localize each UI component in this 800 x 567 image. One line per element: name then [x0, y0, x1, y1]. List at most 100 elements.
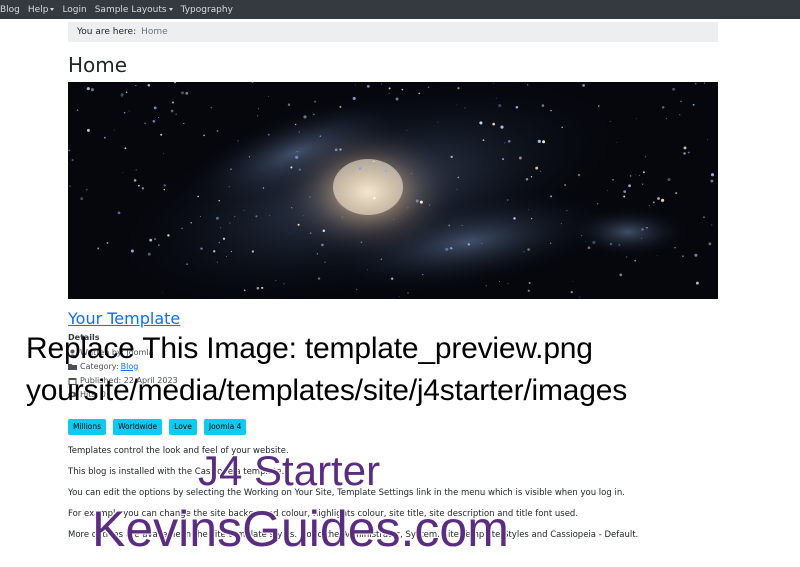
star [386, 203, 388, 205]
star [319, 135, 322, 137]
nav-item-typography[interactable]: Typography [181, 5, 233, 15]
star [366, 84, 370, 88]
star [138, 184, 140, 187]
tag-joomla-4[interactable]: Joomla 4 [203, 419, 247, 435]
nav-item-sample-layouts[interactable]: Sample Layouts [95, 5, 173, 15]
star [261, 286, 264, 289]
star [80, 197, 84, 200]
nav-item-blog[interactable]: Blog [0, 5, 20, 15]
star [288, 232, 290, 234]
star [215, 216, 219, 220]
star [448, 224, 451, 227]
star [445, 247, 449, 251]
star [540, 170, 542, 172]
star [149, 238, 153, 242]
star [507, 139, 511, 143]
star [523, 251, 525, 253]
star [162, 292, 164, 294]
star [570, 291, 573, 294]
star [121, 96, 123, 98]
star [418, 92, 421, 95]
star [641, 238, 642, 239]
star [592, 241, 596, 244]
star [457, 87, 460, 90]
star [694, 82, 697, 85]
star [527, 84, 529, 86]
star [498, 104, 502, 108]
star [171, 101, 175, 104]
star [222, 237, 226, 240]
star [124, 147, 127, 150]
star [525, 177, 529, 181]
star [218, 241, 220, 244]
star [502, 158, 505, 161]
article-title-link[interactable]: Your Template [68, 309, 180, 328]
star [243, 289, 246, 292]
star [257, 115, 259, 117]
hero-image [68, 82, 718, 299]
star [248, 156, 250, 158]
star [710, 173, 715, 177]
star [708, 242, 712, 246]
star [309, 232, 312, 234]
star [210, 107, 212, 109]
star [527, 289, 530, 292]
star [324, 261, 326, 263]
star [183, 122, 185, 125]
star [629, 175, 632, 177]
star [541, 104, 545, 107]
tag-worldwide[interactable]: Worldwide [113, 419, 163, 435]
star [199, 216, 201, 218]
star [296, 151, 298, 153]
star [356, 288, 358, 290]
star [388, 87, 391, 90]
star [499, 280, 501, 282]
star [68, 149, 70, 152]
star [410, 173, 412, 174]
tag-millions[interactable]: Millions [68, 419, 107, 435]
star [694, 253, 698, 257]
star [85, 188, 88, 191]
star [419, 200, 423, 204]
nav-item-help[interactable]: Help [28, 5, 55, 15]
star [163, 184, 166, 187]
star [527, 209, 529, 211]
star [355, 84, 356, 86]
tag-love[interactable]: Love [169, 419, 197, 435]
star [464, 107, 466, 109]
star [334, 148, 338, 152]
star [406, 130, 408, 131]
star [298, 131, 300, 133]
star [393, 218, 395, 220]
star [135, 84, 137, 87]
star [294, 123, 297, 126]
star [160, 133, 163, 136]
star [707, 139, 708, 140]
star [339, 148, 342, 151]
star [688, 151, 690, 154]
star [97, 247, 100, 250]
star [675, 192, 678, 195]
star [507, 199, 509, 201]
star [366, 269, 368, 271]
star [646, 227, 648, 229]
star [216, 261, 218, 263]
nav-item-label: Blog [0, 4, 20, 15]
star [415, 199, 419, 203]
nav-item-login[interactable]: Login [62, 5, 86, 15]
star [623, 195, 626, 198]
star [513, 217, 516, 220]
top-navbar: Blog Help Login Sample Layouts Typograph… [0, 0, 800, 19]
star [203, 134, 205, 137]
star [152, 119, 156, 123]
star [86, 87, 90, 91]
overlay-replace-image-text: Replace This Image: template_preview.png [26, 332, 593, 365]
star [584, 241, 586, 242]
star [86, 128, 90, 132]
star [467, 243, 470, 246]
star [665, 117, 667, 119]
star [185, 91, 189, 95]
star [711, 224, 713, 226]
star [674, 246, 676, 249]
breadcrumb: You are here: Home [68, 22, 718, 42]
